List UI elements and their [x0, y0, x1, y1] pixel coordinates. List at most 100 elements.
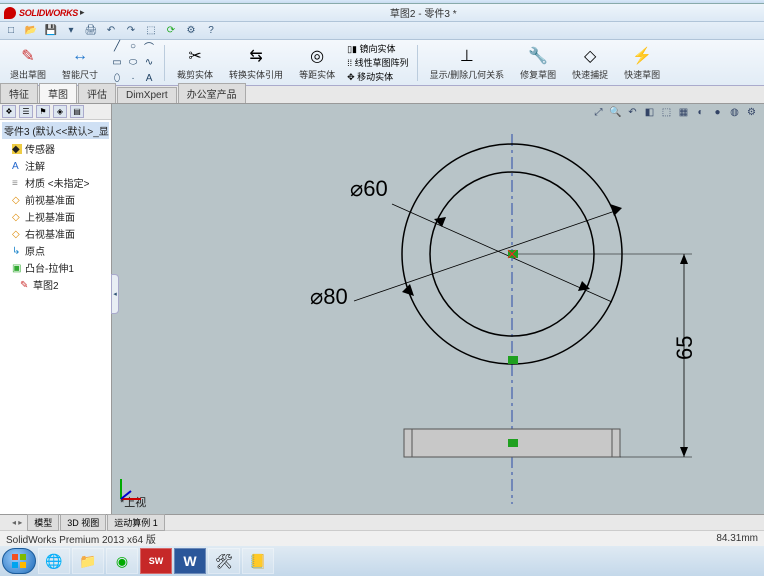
status-bar: SolidWorks Premium 2013 x64 版 84.31mm: [0, 530, 764, 546]
appearance-icon[interactable]: ●: [711, 106, 724, 119]
zoom-fit-icon[interactable]: ⤢: [592, 106, 605, 119]
tree-sketch2[interactable]: ✎草图2: [2, 276, 109, 293]
tree-material[interactable]: ≡材质 <未指定>: [2, 174, 109, 191]
graphics-viewport[interactable]: ◂ ⤢ 🔍 ↶ ◧ ⬚ ▦ ◐ ● ◍ ⚙ ⌀60: [112, 104, 764, 514]
exit-sketch-button[interactable]: ✎ 退出草图: [6, 42, 50, 83]
tab-features[interactable]: 特征: [0, 83, 38, 103]
windows-taskbar: 🌐 📁 ◉ SW W 🛠 📒: [0, 546, 764, 576]
offset-icon: ◎: [305, 44, 329, 68]
spline-icon[interactable]: ∿: [142, 56, 156, 70]
taskbar-explorer[interactable]: 📁: [72, 548, 104, 574]
tab-model[interactable]: 模型: [27, 514, 59, 531]
tree-top-plane[interactable]: ◇上视基准面: [2, 208, 109, 225]
coincident-badge-3[interactable]: [508, 439, 518, 447]
linear-pattern-button[interactable]: ⁞⁞ 线性草图阵列: [347, 56, 409, 69]
convert-button[interactable]: ⇆ 转换实体引用: [225, 42, 287, 83]
smart-dimension-button[interactable]: ↔ 智能尺寸: [58, 42, 102, 83]
tree-right-plane[interactable]: ◇右视基准面: [2, 225, 109, 242]
text-icon[interactable]: A: [142, 72, 156, 86]
offset-button[interactable]: ◎ 等距实体: [295, 42, 339, 83]
line-icon[interactable]: ╱: [110, 40, 124, 54]
tree-origin[interactable]: ↳原点: [2, 242, 109, 259]
dim-leader-outer: [354, 211, 615, 301]
tree-extrude1[interactable]: ▣凸台-拉伸1: [2, 259, 109, 276]
taskbar-app1[interactable]: ◉: [106, 548, 138, 574]
undo-icon[interactable]: ↶: [104, 24, 118, 38]
circle-icon[interactable]: ○: [126, 40, 140, 54]
annotation-icon: A: [12, 161, 22, 171]
command-tabs: 特征 草图 评估 DimXpert 办公室产品: [0, 86, 764, 104]
slot-icon[interactable]: ⬭: [126, 56, 140, 70]
status-version: SolidWorks Premium 2013 x64 版: [6, 531, 156, 546]
tree-front-plane[interactable]: ◇前视基准面: [2, 191, 109, 208]
options-icon[interactable]: ⚙: [184, 24, 198, 38]
taskbar-solidworks[interactable]: SW: [140, 548, 172, 574]
plane-icon: ◇: [12, 195, 22, 205]
new-icon[interactable]: □: [4, 24, 18, 38]
dim-height[interactable]: 65: [672, 336, 697, 360]
feature-tree-tab[interactable]: ❖: [2, 105, 16, 118]
tab-dimxpert[interactable]: DimXpert: [117, 87, 177, 103]
repair-button[interactable]: 🔧 修复草图: [516, 42, 560, 83]
save-icon[interactable]: 💾: [44, 24, 58, 38]
move-button[interactable]: ✥ 移动实体: [347, 70, 393, 83]
property-tab[interactable]: ☰: [19, 105, 33, 118]
tree-sensors[interactable]: ◆传感器: [2, 140, 109, 157]
dimxpert-tab[interactable]: ◈: [53, 105, 67, 118]
view-orient-icon[interactable]: ⬚: [660, 106, 673, 119]
taskbar-browser[interactable]: 🌐: [38, 548, 70, 574]
app-name: SOLIDWORKS: [19, 8, 78, 18]
dim-inner[interactable]: ⌀60: [350, 176, 388, 201]
display-style-icon[interactable]: ▦: [677, 106, 690, 119]
arc-icon[interactable]: ⌒: [142, 40, 156, 54]
section-icon[interactable]: ◧: [643, 106, 656, 119]
display-relations-button[interactable]: ⊥ 显示/删除几何关系: [426, 42, 509, 83]
prev-view-icon[interactable]: ↶: [626, 106, 639, 119]
zoom-area-icon[interactable]: 🔍: [609, 106, 622, 119]
tab-motion[interactable]: 运动算例 1: [107, 514, 165, 531]
rebuild-icon[interactable]: ⟳: [164, 24, 178, 38]
feature-manager: ❖ ☰ ⚑ ◈ ▤ 零件3 (默认<<默认>_显示状态 ◆传感器 A注解 ≡材质…: [0, 104, 112, 514]
hide-show-icon[interactable]: ◐: [694, 106, 707, 119]
redo-icon[interactable]: ↷: [124, 24, 138, 38]
sketch-icon: ✎: [20, 280, 30, 290]
view-settings-icon[interactable]: ⚙: [745, 106, 758, 119]
taskbar-app3[interactable]: 📒: [242, 548, 274, 574]
snap-icon: ◇: [578, 44, 602, 68]
help-icon[interactable]: ?: [204, 24, 218, 38]
trim-button[interactable]: ✂ 裁剪实体: [173, 42, 217, 83]
view-triad-icon: [116, 474, 146, 504]
taskbar-word[interactable]: W: [174, 548, 206, 574]
menu-expand-icon[interactable]: ▸: [78, 7, 87, 18]
point-icon[interactable]: ·: [126, 72, 140, 86]
sketch-tools-grid: ╱ ○ ⌒ ▭ ⬭ ∿ ⬯ · A: [110, 40, 156, 86]
tab-sketch[interactable]: 草图: [39, 83, 77, 103]
tab-evaluate[interactable]: 评估: [78, 83, 116, 103]
scene-icon[interactable]: ◍: [728, 106, 741, 119]
taskbar-app2[interactable]: 🛠: [208, 548, 240, 574]
open-icon[interactable]: 📂: [24, 24, 38, 38]
print-icon[interactable]: 🖨: [84, 24, 98, 38]
tree-root[interactable]: 零件3 (默认<<默认>_显示状态: [2, 122, 109, 139]
tab-office[interactable]: 办公室产品: [178, 83, 246, 103]
start-button[interactable]: [2, 548, 36, 574]
display-tab[interactable]: ▤: [70, 105, 84, 118]
rect-icon[interactable]: ▭: [110, 56, 124, 70]
quick-snap-button[interactable]: ◇ 快速捕捉: [568, 42, 612, 83]
relations-icon: ⊥: [455, 44, 479, 68]
tab-3dview[interactable]: 3D 视图: [60, 514, 106, 531]
folder-icon: 📁: [79, 553, 96, 570]
mirror-button[interactable]: ▯▮ 镜向实体: [347, 42, 395, 55]
select-icon[interactable]: ⬚: [144, 24, 158, 38]
convert-icon: ⇆: [244, 44, 268, 68]
save-dropdown-icon[interactable]: ▾: [64, 24, 78, 38]
dim-outer[interactable]: ⌀80: [310, 284, 348, 309]
tree-annotations[interactable]: A注解: [2, 157, 109, 174]
extrude-icon: ▣: [12, 263, 22, 273]
rapid-sketch-button[interactable]: ⚡ 快速草图: [620, 42, 664, 83]
config-tab[interactable]: ⚑: [36, 105, 50, 118]
dim-leader-inner: [392, 204, 612, 302]
coincident-badge-2[interactable]: [508, 356, 518, 364]
feature-tree[interactable]: 零件3 (默认<<默认>_显示状态 ◆传感器 A注解 ≡材质 <未指定> ◇前视…: [0, 120, 111, 514]
panel-collapse-handle[interactable]: ◂: [111, 274, 119, 314]
